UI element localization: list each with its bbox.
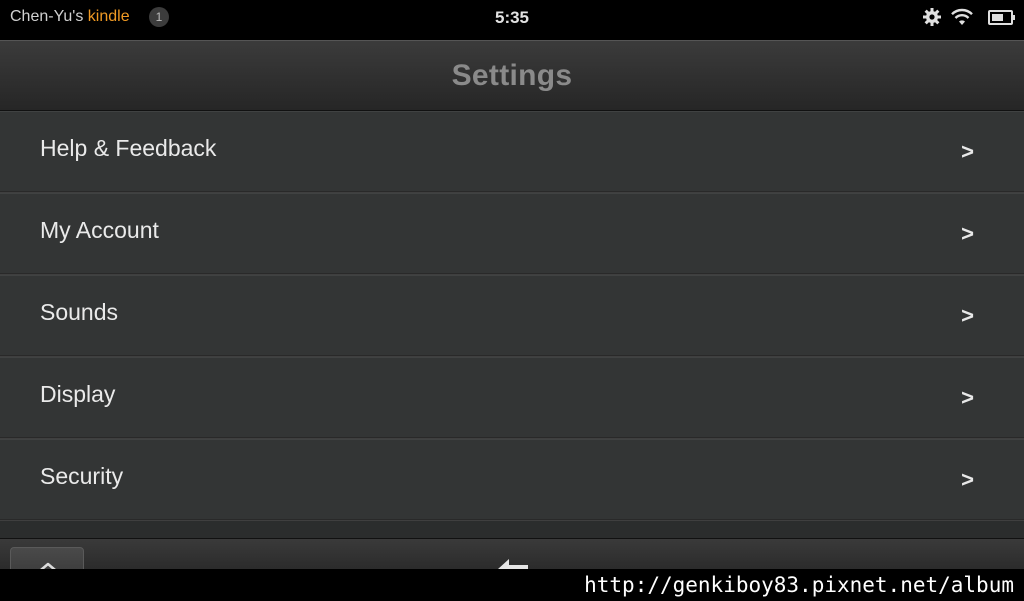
wifi-icon[interactable] [950, 7, 974, 32]
title-bar: Settings [0, 40, 1024, 111]
chevron-right-icon: > [961, 467, 974, 492]
chevron-right-icon: > [961, 139, 974, 164]
settings-item-sounds[interactable]: Sounds > [0, 275, 1024, 357]
settings-item-label: My Account [40, 217, 159, 243]
bottom-nav-bar: http://genkiboy83.pixnet.net/album [0, 538, 1024, 601]
chevron-right-icon: > [961, 303, 974, 328]
watermark-url: http://genkiboy83.pixnet.net/album [534, 569, 1024, 601]
settings-item-display[interactable]: Display > [0, 357, 1024, 439]
status-clock: 5:35 [494, 8, 530, 27]
chevron-right-icon: > [961, 385, 974, 410]
settings-item-label: Display [40, 381, 116, 407]
settings-list: Help & Feedback > My Account > Sounds > … [0, 111, 1024, 521]
settings-item-my-account[interactable]: My Account > [0, 193, 1024, 275]
page-title: Settings [451, 59, 573, 92]
chevron-right-icon: > [961, 221, 974, 246]
settings-item-label: Help & Feedback [40, 135, 217, 161]
battery-icon[interactable] [988, 7, 1016, 32]
watermark-band [0, 569, 534, 601]
settings-item-security[interactable]: Security > [0, 439, 1024, 521]
gear-icon[interactable] [922, 7, 942, 32]
settings-item-help-feedback[interactable]: Help & Feedback > [0, 111, 1024, 193]
settings-item-label: Sounds [40, 299, 119, 325]
settings-item-label: Security [40, 463, 124, 489]
status-bar: Chen-Yu's kindle 1 5:35 [0, 0, 1024, 40]
